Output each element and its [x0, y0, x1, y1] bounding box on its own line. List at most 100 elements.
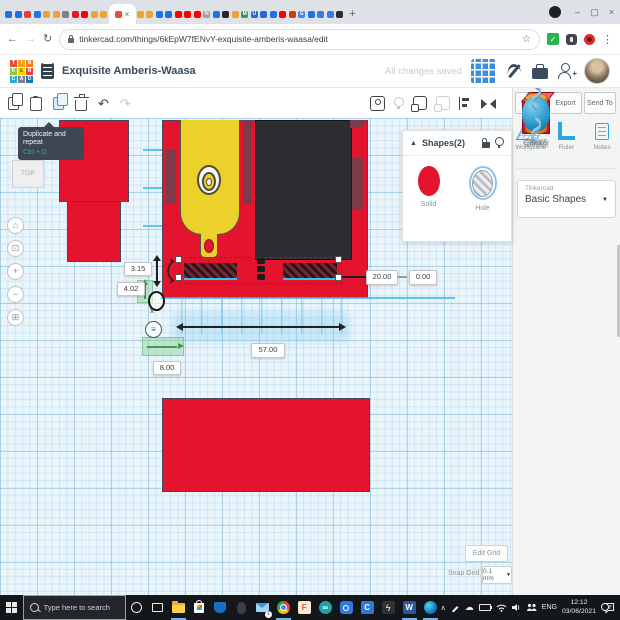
- view-cube[interactable]: TOP: [12, 160, 44, 188]
- maroon-slot-3[interactable]: [350, 120, 363, 128]
- browser-profile-icon[interactable]: [549, 6, 561, 18]
- briefcase-icon[interactable]: [532, 68, 548, 79]
- taskbar-app-button[interactable]: [231, 595, 252, 620]
- browser-tab[interactable]: N: [202, 4, 212, 24]
- hide-lightbulb-icon[interactable]: [394, 97, 404, 107]
- selection-mid-handle[interactable]: [257, 258, 265, 264]
- new-tab-button[interactable]: +: [345, 4, 361, 24]
- browser-tab[interactable]: [145, 4, 155, 24]
- undo-icon[interactable]: ↶: [98, 97, 109, 110]
- taskbar-app-button[interactable]: C: [357, 595, 378, 620]
- browser-tab[interactable]: [221, 4, 231, 24]
- browser-tab[interactable]: [164, 4, 174, 24]
- language-indicator[interactable]: ENG: [542, 604, 557, 611]
- taskbar-search[interactable]: Type here to search: [23, 595, 126, 620]
- taskbar-clock[interactable]: 12:12 03/06/2021: [562, 599, 596, 616]
- extension-check-icon[interactable]: ✓: [547, 33, 559, 45]
- wifi-icon[interactable]: [496, 603, 507, 612]
- browser-tab[interactable]: [33, 4, 43, 24]
- canvas-nav-button[interactable]: ⊞: [7, 309, 24, 326]
- scale-handle[interactable]: [335, 256, 342, 263]
- edit-grid-button[interactable]: Edit Grid: [465, 545, 508, 562]
- solid-swatch[interactable]: [418, 166, 440, 196]
- canvas-nav-button[interactable]: −: [7, 286, 24, 303]
- browser-tab[interactable]: [23, 4, 33, 24]
- browser-tab[interactable]: [212, 4, 222, 24]
- selected-hole-left[interactable]: [184, 263, 237, 280]
- design-properties-icon[interactable]: [41, 63, 54, 79]
- invite-person-icon[interactable]: +: [557, 62, 575, 80]
- browser-tab[interactable]: [288, 4, 298, 24]
- browser-tab[interactable]: [4, 4, 14, 24]
- shape-thumbnail[interactable]: ∿∿: [520, 88, 552, 136]
- ruler-offset-right-arrow[interactable]: [142, 337, 184, 356]
- shape-gallery-item[interactable]: ∿∿ Scribble: [513, 88, 559, 149]
- taskbar-app-button[interactable]: F: [294, 595, 315, 620]
- maroon-slot-4[interactable]: [352, 158, 363, 210]
- dimension-value-height[interactable]: 3.15: [124, 262, 152, 276]
- people-icon[interactable]: [526, 603, 537, 612]
- browser-tab[interactable]: [326, 4, 336, 24]
- action-button[interactable]: Send To: [584, 92, 616, 114]
- minimize-button[interactable]: –: [569, 0, 586, 24]
- canvas-nav-button[interactable]: ⊡: [7, 240, 24, 257]
- start-button[interactable]: [0, 595, 23, 620]
- action-center-button[interactable]: [601, 602, 617, 614]
- ring-inner[interactable]: [206, 178, 212, 186]
- solid-option[interactable]: Solid: [418, 166, 440, 212]
- redo-icon[interactable]: ↷: [120, 97, 131, 110]
- tab-close-icon[interactable]: ×: [125, 10, 130, 19]
- dark-panel-shape[interactable]: [255, 120, 352, 260]
- browser-tab[interactable]: [61, 4, 71, 24]
- bookmark-star-icon[interactable]: ☆: [522, 34, 531, 45]
- selection-mid-handle[interactable]: [257, 274, 265, 280]
- collapse-icon[interactable]: ▲: [410, 140, 417, 147]
- canvas-nav-button[interactable]: ⌂: [7, 217, 24, 234]
- forward-button[interactable]: →: [25, 34, 36, 45]
- dimension-value-offset-x[interactable]: 8.00: [153, 361, 181, 375]
- scale-handle[interactable]: [335, 274, 342, 281]
- browser-menu-icon[interactable]: ⋮: [602, 33, 613, 46]
- align-icon[interactable]: [459, 97, 472, 110]
- browser-tab[interactable]: M: [240, 4, 250, 24]
- maximize-button[interactable]: ▢: [586, 0, 603, 24]
- maroon-slot-1[interactable]: [166, 150, 176, 203]
- maroon-slot-2[interactable]: [243, 120, 252, 203]
- taskbar-app-button[interactable]: ∞: [315, 595, 336, 620]
- close-button[interactable]: ×: [603, 0, 620, 24]
- dimension-value-width[interactable]: 57.00: [251, 343, 285, 358]
- browser-tab[interactable]: [99, 4, 109, 24]
- ruler-menu-button[interactable]: ≡: [145, 321, 162, 338]
- browser-tab[interactable]: G: [297, 4, 307, 24]
- taskbar-app-button[interactable]: 1: [252, 595, 273, 620]
- red-shape-left-bottom[interactable]: [67, 201, 121, 262]
- tinker-tools-icon[interactable]: [505, 62, 523, 80]
- browser-tab[interactable]: [52, 4, 62, 24]
- browser-tab[interactable]: [90, 4, 100, 24]
- hole-swatch[interactable]: [469, 166, 497, 200]
- browser-tab[interactable]: [335, 4, 345, 24]
- browser-tab[interactable]: [269, 4, 279, 24]
- design-title[interactable]: Exquisite Amberis-Waasa: [62, 65, 196, 77]
- browser-tab[interactable]: [183, 4, 193, 24]
- view-blocks-button[interactable]: [471, 59, 496, 84]
- extension-account-icon[interactable]: [584, 34, 595, 45]
- hidden-icons-chevron[interactable]: ∧: [441, 604, 446, 612]
- back-button[interactable]: ←: [7, 34, 18, 45]
- red-rectangle-bottom[interactable]: [162, 398, 370, 492]
- yellow-tab-hole[interactable]: [204, 239, 214, 253]
- hole-option[interactable]: Hole: [469, 166, 497, 212]
- snap-grid-select[interactable]: 0.1 mm▼: [482, 566, 512, 584]
- rotate-handle[interactable]: [163, 258, 179, 284]
- copy-icon[interactable]: [8, 97, 19, 110]
- refresh-button[interactable]: ↻: [43, 34, 52, 45]
- taskbar-app-button[interactable]: [273, 595, 294, 620]
- url-text[interactable]: tinkercad.com/things/6kEpW7fENvY-exquisi…: [79, 34, 328, 44]
- browser-tab[interactable]: [307, 4, 317, 24]
- browser-tab[interactable]: [278, 4, 288, 24]
- volume-icon[interactable]: [512, 603, 521, 612]
- shape-library-select[interactable]: Tinkercad Basic Shapes ▼: [517, 180, 616, 218]
- taskbar-app-button[interactable]: [336, 595, 357, 620]
- selection-mid-handle[interactable]: [257, 266, 265, 272]
- ungroup-icon[interactable]: [436, 96, 450, 110]
